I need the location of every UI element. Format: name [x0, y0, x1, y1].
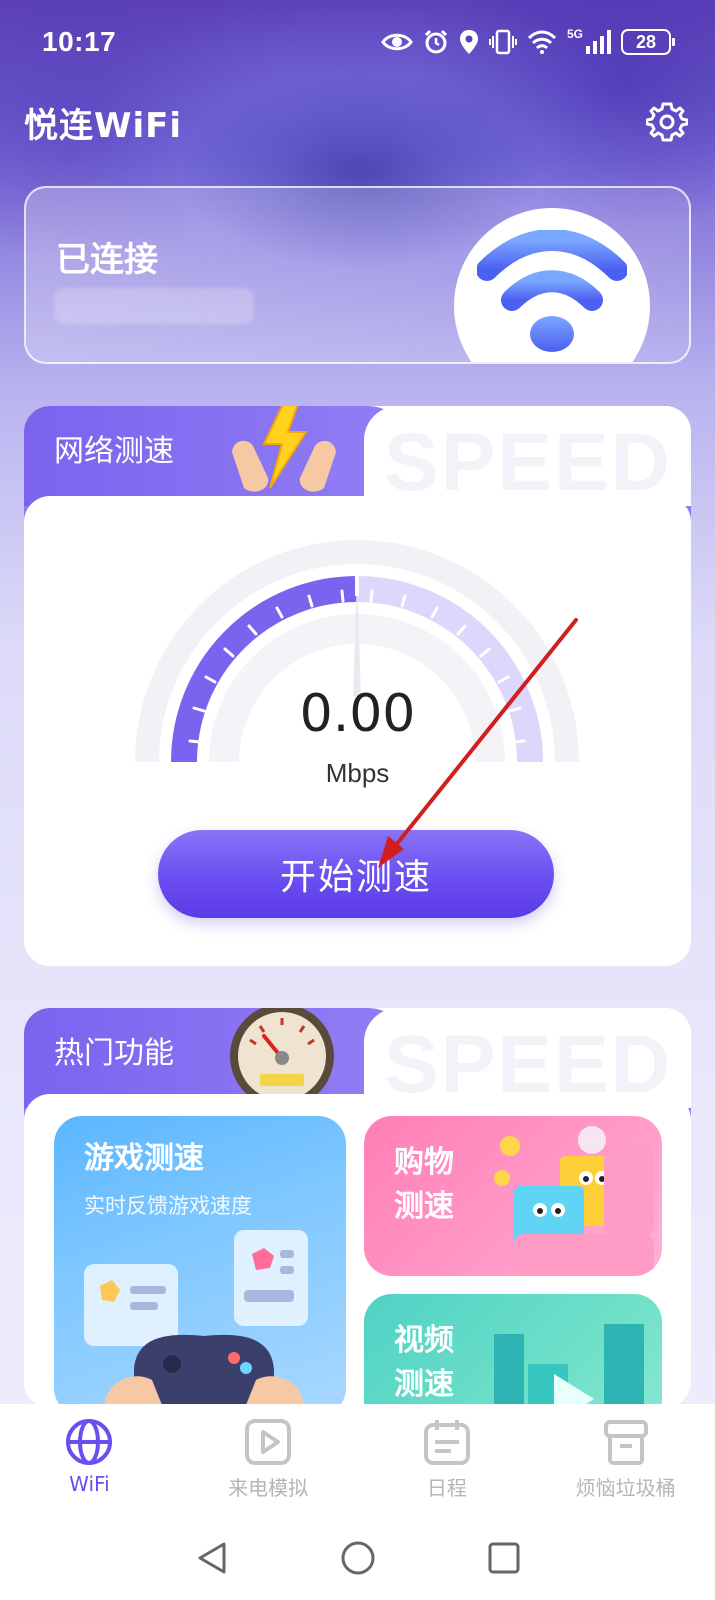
section-title: 网络测速 — [54, 434, 174, 469]
vibrate-icon — [488, 29, 517, 55]
tile-subtitle: 实时反馈游戏速度 — [84, 1194, 252, 1218]
hot-features-card: SPEED 热门功能 游戏测速 实时反馈游戏速度 购物 测速 视频 测速 — [24, 1008, 691, 1408]
wifi-icon — [477, 230, 627, 352]
nav-item-worry-trash[interactable]: 烦恼垃圾桶 — [536, 1404, 715, 1516]
nav-item-wifi[interactable]: WiFi — [0, 1404, 179, 1516]
system-nav-bar — [0, 1516, 715, 1600]
section-title: 热门功能 — [54, 1036, 174, 1071]
status-icons: 5G 28 — [381, 27, 675, 55]
tile-title: 游戏测速 — [84, 1141, 204, 1176]
speed-test-card: SPEED 网络测速 0.00 Mbps 开始测速 — [24, 406, 691, 966]
connection-status-card[interactable]: 已连接 — [24, 186, 691, 364]
nav-item-schedule[interactable]: 日程 — [358, 1404, 537, 1516]
tile-title-line1: 视频 — [394, 1323, 454, 1358]
game-speed-tile[interactable]: 游戏测速 实时反馈游戏速度 — [54, 1116, 346, 1408]
home-icon[interactable] — [340, 1540, 376, 1576]
back-icon[interactable] — [194, 1540, 230, 1576]
calendar-icon — [423, 1420, 470, 1465]
shopping-speed-tile[interactable]: 购物 测速 — [364, 1116, 662, 1276]
play-icon — [245, 1419, 292, 1465]
app-title: 悦连WiFi — [24, 105, 183, 146]
status-time: 10:17 — [42, 26, 117, 57]
settings-button[interactable] — [643, 98, 691, 146]
tile-title-line1: 购物 — [394, 1145, 454, 1180]
tile-title-line2: 测速 — [394, 1189, 454, 1224]
speedometer-icon — [230, 1008, 334, 1104]
start-speed-test-button[interactable]: 开始测速 — [158, 830, 554, 918]
speed-value: 0.00 — [299, 684, 416, 744]
network-type-label: 5G — [566, 27, 583, 41]
gear-icon — [646, 102, 688, 142]
nav-label: 来电模拟 — [228, 1476, 309, 1500]
hot-features-body: 游戏测速 实时反馈游戏速度 购物 测速 视频 测速 — [24, 1094, 691, 1408]
speed-test-body: 0.00 Mbps 开始测速 — [24, 496, 691, 966]
nav-label: 日程 — [426, 1476, 467, 1500]
trash-bin-icon — [603, 1420, 648, 1465]
nav-label: 烦恼垃圾桶 — [575, 1476, 676, 1500]
bottom-nav: WiFi 来电模拟 日程 烦恼垃圾桶 — [0, 1404, 715, 1516]
alarm-icon — [424, 29, 448, 54]
nav-item-call-simulation[interactable]: 来电模拟 — [179, 1404, 358, 1516]
wifi-badge — [454, 208, 650, 362]
connection-status-text: 已连接 — [56, 240, 158, 280]
status-bar: 10:17 5G 28 — [0, 0, 715, 84]
shopping-bag-illustration — [494, 1126, 654, 1276]
network-name-hidden — [54, 288, 254, 324]
wifi-signal-icon — [527, 30, 557, 54]
location-icon — [459, 30, 478, 54]
lightning-hands-icon — [232, 406, 336, 492]
app-header: 悦连WiFi — [24, 92, 691, 152]
nav-label: WiFi — [69, 1472, 110, 1496]
game-controller-illustration — [84, 1230, 308, 1408]
battery-indicator: 28 — [621, 29, 675, 55]
cell-signal-icon — [586, 30, 611, 54]
video-illustration — [494, 1324, 644, 1408]
video-speed-tile[interactable]: 视频 测速 — [364, 1294, 662, 1408]
tile-title-line2: 测速 — [394, 1367, 454, 1402]
globe-icon — [66, 1419, 113, 1465]
speed-unit: Mbps — [325, 758, 390, 788]
recents-icon[interactable] — [486, 1540, 522, 1576]
eye-icon — [381, 33, 413, 51]
